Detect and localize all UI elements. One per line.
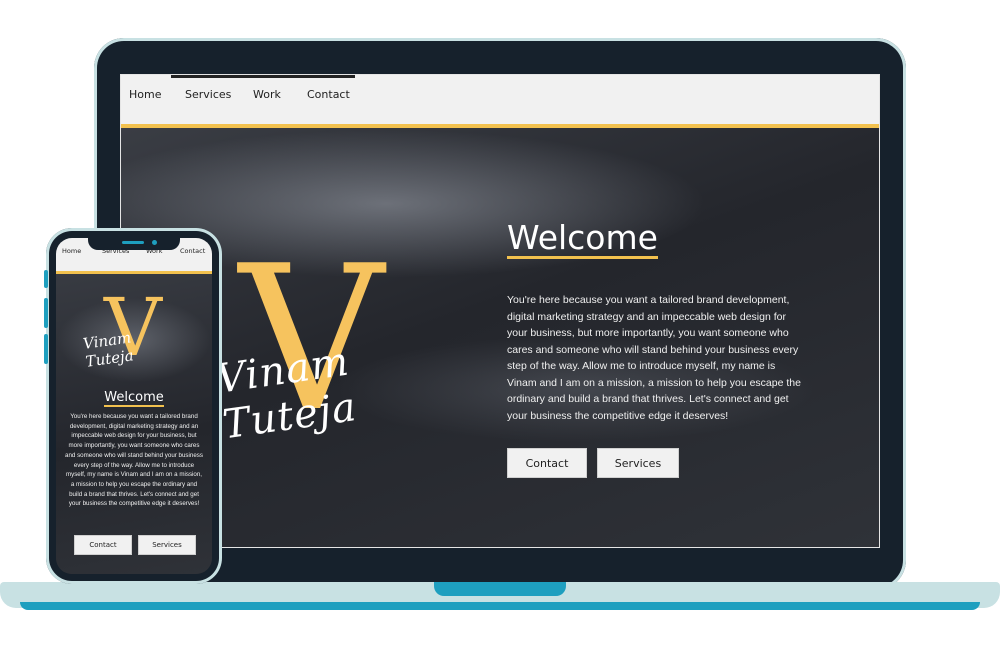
phone-volume-down	[44, 334, 48, 364]
mobile-nav-contact[interactable]: Contact	[180, 247, 205, 255]
mobile-brand-logo: V Vinam Tuteja	[81, 288, 184, 374]
phone-notch	[88, 238, 180, 250]
nav-link-home[interactable]: Home	[129, 88, 161, 101]
mobile-hero-title: Welcome	[56, 390, 212, 407]
desktop-navbar: Home Services Work Contact	[121, 75, 879, 128]
mobile-hero-text: You're here because you want a tailored …	[65, 413, 203, 508]
nav-top-strip	[171, 75, 355, 78]
mobile-hero: V Vinam Tuteja Welcome You're here becau…	[56, 274, 212, 574]
mobile-services-button[interactable]: Services	[138, 535, 196, 555]
mobile-logo-signature: Vinam Tuteja	[81, 328, 135, 371]
nav-link-work[interactable]: Work	[253, 88, 281, 101]
laptop-base-edge	[20, 602, 980, 610]
nav-link-services[interactable]: Services	[185, 88, 231, 101]
mobile-contact-button[interactable]: Contact	[74, 535, 132, 555]
brand-logo: V Vinam Tuteja	[211, 240, 431, 449]
nav-link-contact[interactable]: Contact	[307, 88, 350, 101]
contact-button[interactable]: Contact	[507, 448, 587, 478]
phone-volume-up	[44, 298, 48, 328]
phone-side-button	[44, 270, 48, 288]
laptop-screen: Home Services Work Contact V Vinam Tutej…	[120, 74, 880, 548]
phone-speaker	[122, 241, 144, 244]
mobile-hero-title-text: Welcome	[104, 390, 164, 407]
desktop-hero: V Vinam Tuteja Welcome You're here becau…	[121, 128, 879, 547]
hero-text: You're here because you want a tailored …	[507, 294, 801, 422]
hero-title: Welcome	[507, 219, 658, 260]
phone-camera	[152, 240, 157, 245]
mobile-nav-home[interactable]: Home	[62, 247, 81, 255]
services-button[interactable]: Services	[597, 448, 679, 478]
phone-screen: Home Services Work Contact V Vinam Tutej…	[56, 238, 212, 574]
laptop-notch	[434, 582, 566, 596]
